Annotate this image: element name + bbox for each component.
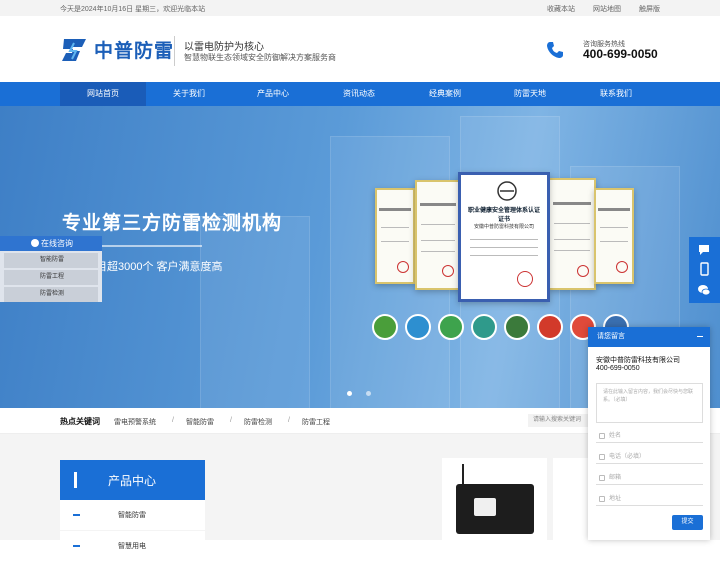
chat-icon xyxy=(31,239,39,247)
consult-header[interactable]: 在线咨询 xyxy=(0,236,102,251)
company-name: 安徽中普防雷科技有限公司 xyxy=(596,357,680,364)
badge-icon xyxy=(372,314,398,340)
user-icon xyxy=(599,433,605,439)
phone-small-icon xyxy=(599,454,605,460)
keyword-link[interactable]: 雷电预警系统 xyxy=(114,417,156,427)
hotline-number: 400-699-0050 xyxy=(583,47,658,61)
accent-bar xyxy=(74,472,77,488)
slider-dot[interactable] xyxy=(366,391,371,396)
message-panel-title: 请您留言 xyxy=(597,333,625,340)
bookmark-link[interactable]: 收藏本站 xyxy=(547,4,575,14)
mobile-version-link[interactable]: 触屏版 xyxy=(639,4,660,14)
message-textarea[interactable]: 请在此输入留言内容，我们会尽快与您联系。（必填） xyxy=(596,383,703,423)
banner-title: 专业第三方防雷检测机构 xyxy=(62,213,283,234)
cert-emblem-icon xyxy=(497,181,517,201)
nav-item-products[interactable]: 产品中心 xyxy=(230,82,316,106)
keyword-link[interactable]: 智能防雷 xyxy=(186,417,214,427)
nav-item-contact[interactable]: 联系我们 xyxy=(573,82,659,106)
consult-item-engineering[interactable]: 防雷工程 xyxy=(4,270,98,285)
product-center-title: 产品中心 xyxy=(108,474,157,488)
banner-subtitle: 目超3000个 客户满意度高 xyxy=(96,261,223,273)
certificate-image xyxy=(375,188,415,284)
side-wechat-button[interactable] xyxy=(689,277,720,303)
device-logo-icon xyxy=(474,498,496,516)
product-device-image xyxy=(456,464,534,534)
keyword-link[interactable]: 防雷工程 xyxy=(302,417,330,427)
nav-item-home[interactable]: 网站首页 xyxy=(60,82,146,106)
dash-icon xyxy=(73,514,80,516)
top-bar: 今天是2024年10月16日 星期三，欢迎光临本站 收藏本站 网站地图 触屏版 xyxy=(0,0,720,16)
location-icon xyxy=(599,496,605,502)
date-text: 今天是2024年10月16日 星期三，欢迎光临本站 xyxy=(60,6,206,13)
cert-company: 安徽中普防雷科技有限公司 xyxy=(473,224,534,230)
mobile-phone-icon xyxy=(700,262,709,276)
phone-icon xyxy=(547,42,563,58)
cert-heading: 职业健康安全管理体系认证证书 xyxy=(467,208,540,223)
phone-field[interactable]: 电话（必填） xyxy=(596,450,703,464)
category-item[interactable]: 智慧用电 xyxy=(60,531,205,561)
mail-icon xyxy=(599,475,605,481)
certificate-image xyxy=(548,178,596,290)
badge-icon xyxy=(537,314,563,340)
message-panel: 请您留言 安徽中普防雷科技有限公司 400-699-0050 请在此输入留言内容… xyxy=(588,327,710,540)
site-logo[interactable]: 中普防雷 xyxy=(60,36,174,63)
badge-icon xyxy=(504,314,530,340)
hot-keywords-label: 热点关键词 xyxy=(60,417,100,426)
top-links: 收藏本站 网站地图 触屏版 xyxy=(547,4,660,14)
submit-button[interactable]: 提交 xyxy=(672,515,703,530)
company-phone: 400-699-0050 xyxy=(596,365,640,372)
building-shape xyxy=(200,216,310,408)
certificate-image xyxy=(594,188,634,284)
nav-item-knowledge[interactable]: 防雷天地 xyxy=(487,82,573,106)
certificate-main-image: 职业健康安全管理体系认证证书 安徽中普防雷科技有限公司 xyxy=(458,172,550,302)
address-field[interactable]: 地址 xyxy=(596,492,703,506)
wechat-icon xyxy=(698,285,711,296)
search-input[interactable]: 请输入搜索关键词 xyxy=(528,414,594,427)
slider-dots xyxy=(347,391,371,396)
keyword-separator: / xyxy=(230,417,232,424)
keyword-separator: / xyxy=(172,417,174,424)
category-item[interactable]: 智能防雷 xyxy=(60,500,205,530)
slogan-sub: 智慧物联生态领域安全防御解决方案服务商 xyxy=(184,53,336,62)
online-consult-widget: 在线咨询 智能防雷 防雷工程 防雷检测 xyxy=(0,236,102,302)
dash-icon xyxy=(73,545,80,547)
keyword-link[interactable]: 防雷检测 xyxy=(244,417,272,427)
nav-item-cases[interactable]: 经典案例 xyxy=(402,82,488,106)
keyword-separator: / xyxy=(288,417,290,424)
nav-item-about[interactable]: 关于我们 xyxy=(146,82,232,106)
minimize-icon[interactable] xyxy=(697,336,703,337)
slider-dot[interactable] xyxy=(347,391,352,396)
badge-icon xyxy=(405,314,431,340)
sitemap-link[interactable]: 网站地图 xyxy=(593,4,621,14)
consult-item-smart-lightning[interactable]: 智能防雷 xyxy=(4,253,98,268)
chat-bubble-icon xyxy=(699,245,709,255)
product-center-header: 产品中心 xyxy=(60,460,205,500)
product-card[interactable] xyxy=(553,458,593,540)
site-header: 中普防雷 以雷电防护为核心 智慧物联生态领域安全防御解决方案服务商 咨询服务热线… xyxy=(0,16,720,82)
message-panel-header[interactable]: 请您留言 xyxy=(588,327,710,347)
email-field[interactable]: 邮箱 xyxy=(596,471,703,485)
badge-icon xyxy=(471,314,497,340)
name-field[interactable]: 姓名 xyxy=(596,429,703,443)
consult-item-inspection[interactable]: 防雷检测 xyxy=(4,287,98,302)
badge-icon xyxy=(438,314,464,340)
slogan-main: 以雷电防护为核心 xyxy=(184,42,264,53)
logo-lightning-icon xyxy=(62,38,86,61)
header-divider xyxy=(174,36,175,66)
main-nav: 网站首页 关于我们 产品中心 资讯动态 经典案例 防雷天地 联系我们 xyxy=(0,82,720,106)
logo-text: 中普防雷 xyxy=(94,41,175,62)
certificate-image xyxy=(415,180,461,290)
nav-item-news[interactable]: 资讯动态 xyxy=(316,82,402,106)
